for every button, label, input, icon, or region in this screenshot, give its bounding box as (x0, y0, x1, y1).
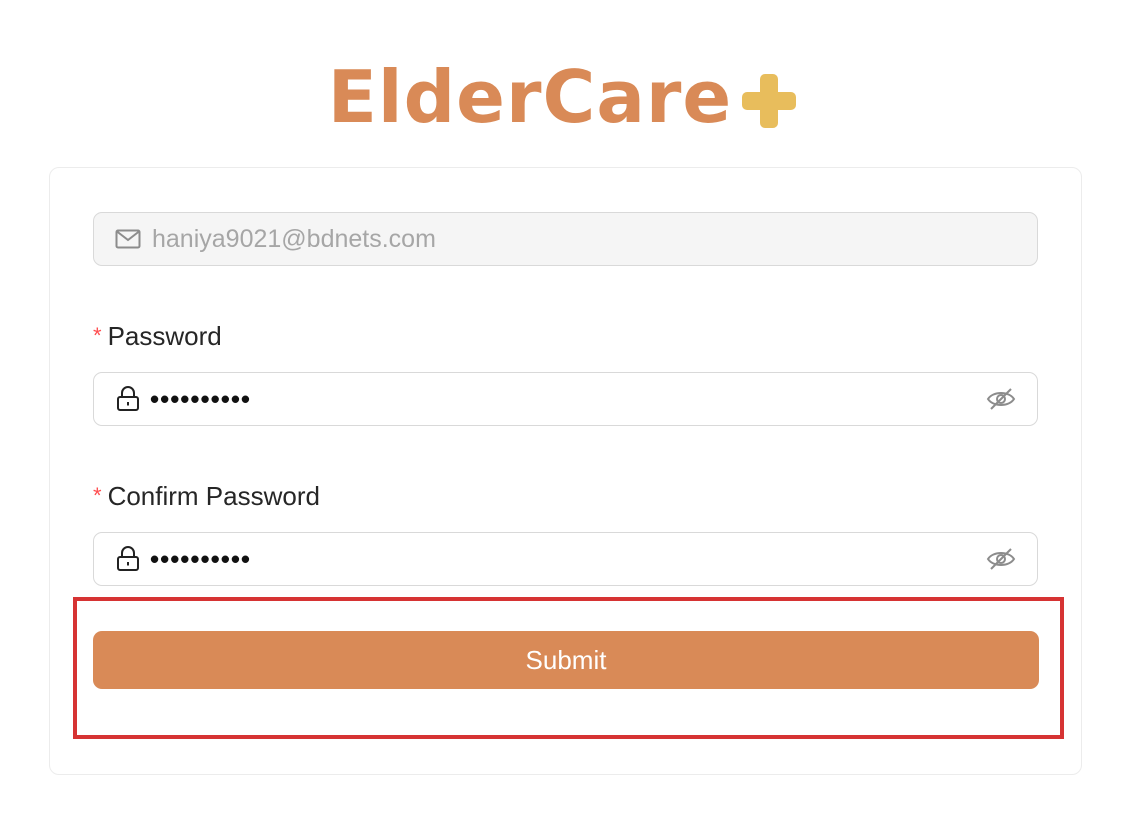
eye-invisible-icon[interactable] (985, 543, 1017, 575)
email-field: haniya9021@bdnets.com (93, 212, 1038, 266)
email-value: haniya9021@bdnets.com (152, 224, 436, 253)
mail-icon (114, 225, 142, 253)
lock-icon (114, 545, 142, 573)
password-masked-value: •••••••••• (150, 383, 252, 414)
password-label: * Password (93, 319, 222, 353)
required-mark: * (93, 483, 102, 508)
plus-icon (742, 74, 797, 128)
brand-logo: ElderCare (0, 52, 1124, 142)
eye-invisible-icon[interactable] (985, 383, 1017, 415)
confirm-password-label-text: Confirm Password (107, 480, 320, 511)
confirm-password-label: * Confirm Password (93, 479, 320, 513)
password-label-text: Password (107, 320, 222, 351)
password-input[interactable]: •••••••••• (93, 372, 1038, 426)
submit-button[interactable]: Submit (93, 631, 1039, 689)
confirm-password-masked-value: •••••••••• (150, 543, 252, 574)
confirm-password-input[interactable]: •••••••••• (93, 532, 1038, 586)
lock-icon (114, 385, 142, 413)
brand-logo-text: ElderCare (327, 55, 733, 139)
required-mark: * (93, 323, 102, 348)
